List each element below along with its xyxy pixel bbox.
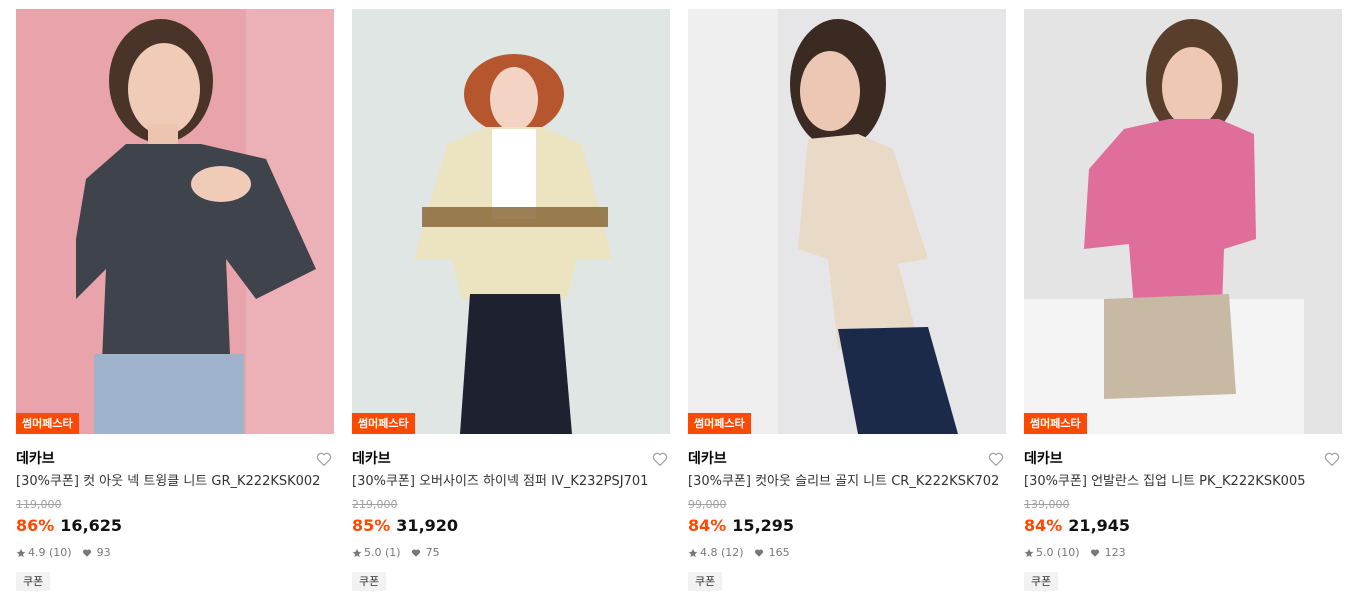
brand-name[interactable]: 데카브 — [352, 447, 670, 471]
product-card[interactable]: 썸머페스타 데카브 [30%쿠폰] 컷아웃 슬리브 골지 니트 CR_K222K… — [688, 9, 1006, 591]
original-price: 139,000 — [1024, 498, 1070, 511]
heart-icon[interactable] — [1323, 450, 1341, 468]
heart-filled-icon — [1090, 549, 1099, 557]
review-count: (1) — [385, 546, 401, 559]
product-card[interactable]: 썸머페스타 데카브 [30%쿠폰] 오버사이즈 하이넥 점퍼 IV_K232PS… — [352, 9, 670, 591]
promo-badge: 썸머페스타 — [688, 413, 751, 434]
model-face — [1162, 47, 1222, 127]
coupon-tag: 쿠폰 — [352, 572, 387, 591]
original-price: 99,000 — [688, 498, 727, 511]
promo-badge: 썸머페스타 — [16, 413, 79, 434]
review-meta: 5.0 (10) 123 — [1024, 546, 1342, 560]
coupon-tag: 쿠폰 — [16, 572, 51, 591]
price-row: 84% 21,945 — [1024, 515, 1342, 537]
model-face — [128, 43, 200, 135]
product-title[interactable]: [30%쿠폰] 오버사이즈 하이넥 점퍼 IV_K232PSJ701 — [352, 473, 670, 491]
sale-price: 31,920 — [396, 516, 459, 535]
price-row: 86% 16,625 — [16, 515, 334, 537]
brand-name[interactable]: 데카브 — [688, 447, 1006, 471]
model-bottom — [460, 294, 572, 434]
like-count: 75 — [425, 546, 440, 559]
model-face — [800, 51, 860, 131]
model-bottom — [94, 354, 244, 434]
heart-icon[interactable] — [315, 450, 333, 468]
promo-badge: 썸머페스타 — [1024, 413, 1087, 434]
coupon-tag: 쿠폰 — [1024, 572, 1059, 591]
product-photo-illustration — [1024, 9, 1342, 434]
rating-value: 5.0 — [364, 546, 382, 559]
review-meta: 4.9 (10) 93 — [16, 546, 334, 560]
product-photo-illustration — [352, 9, 670, 434]
discount-rate: 85% — [352, 516, 391, 535]
discount-rate: 84% — [688, 516, 727, 535]
product-image[interactable]: 썸머페스타 — [1024, 9, 1342, 434]
heart-filled-icon — [754, 549, 763, 557]
heart-filled-icon — [411, 549, 420, 557]
heart-icon[interactable] — [651, 450, 669, 468]
original-price: 119,000 — [16, 498, 62, 511]
review-meta: 4.8 (12) 165 — [688, 546, 1006, 560]
model-bottom — [1104, 294, 1236, 399]
sale-price: 21,945 — [1068, 516, 1131, 535]
rating-value: 5.0 — [1036, 546, 1054, 559]
product-card[interactable]: 썸머페스타 데카브 [30%쿠폰] 컷 아웃 넥 트윙클 니트 GR_K222K… — [16, 9, 334, 591]
review-count: (12) — [721, 546, 744, 559]
like-count: 165 — [768, 546, 790, 559]
discount-rate: 84% — [1024, 516, 1063, 535]
brand-name[interactable]: 데카브 — [16, 447, 334, 471]
coupon-tag: 쿠폰 — [688, 572, 723, 591]
product-photo-illustration — [688, 9, 1006, 434]
like-count: 123 — [1104, 546, 1126, 559]
sale-price: 16,625 — [60, 516, 123, 535]
rating-value: 4.8 — [700, 546, 718, 559]
brand-name[interactable]: 데카브 — [1024, 447, 1342, 471]
price-row: 85% 31,920 — [352, 515, 670, 537]
product-title[interactable]: [30%쿠폰] 컷 아웃 넥 트윙클 니트 GR_K222KSK002 — [16, 473, 334, 491]
product-title[interactable]: [30%쿠폰] 언발란스 집업 니트 PK_K222KSK005 — [1024, 473, 1342, 491]
sale-price: 15,295 — [732, 516, 795, 535]
product-image[interactable]: 썸머페스타 — [16, 9, 334, 434]
heart-filled-icon — [82, 549, 91, 557]
product-grid: 썸머페스타 데카브 [30%쿠폰] 컷 아웃 넥 트윙클 니트 GR_K222K… — [0, 0, 1350, 608]
product-photo-illustration — [16, 9, 334, 434]
product-card[interactable]: 썸머페스타 데카브 [30%쿠폰] 언발란스 집업 니트 PK_K222KSK0… — [1024, 9, 1342, 591]
star-icon — [1024, 548, 1034, 558]
star-icon — [352, 548, 362, 558]
product-image[interactable]: 썸머페스타 — [688, 9, 1006, 434]
price-row: 84% 15,295 — [688, 515, 1006, 537]
discount-rate: 86% — [16, 516, 55, 535]
review-count: (10) — [1057, 546, 1080, 559]
rating-value: 4.9 — [28, 546, 46, 559]
heart-icon[interactable] — [987, 450, 1005, 468]
product-title[interactable]: [30%쿠폰] 컷아웃 슬리브 골지 니트 CR_K222KSK702 — [688, 473, 1006, 491]
product-image[interactable]: 썸머페스타 — [352, 9, 670, 434]
like-count: 93 — [96, 546, 111, 559]
original-price: 219,000 — [352, 498, 398, 511]
model-face — [490, 67, 538, 131]
promo-badge: 썸머페스타 — [352, 413, 415, 434]
review-meta: 5.0 (1) 75 — [352, 546, 670, 560]
review-count: (10) — [49, 546, 72, 559]
star-icon — [688, 548, 698, 558]
star-icon — [16, 548, 26, 558]
